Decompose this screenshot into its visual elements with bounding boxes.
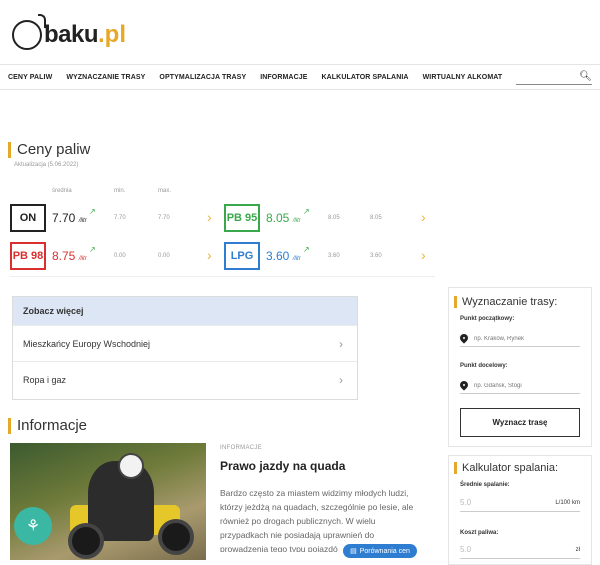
see-more-item-label: Mieszkańcy Europy Wschodniej: [23, 338, 151, 349]
end-field: [460, 378, 580, 394]
see-more-item[interactable]: Mieszkańcy Europy Wschodniej ›: [13, 325, 357, 361]
article-title[interactable]: Prawo jazdy na quada: [220, 459, 345, 473]
article-photo[interactable]: ⚘: [10, 443, 206, 560]
fuel-badge-pb95: PB 95: [224, 204, 260, 232]
chevron-right-icon: ›: [339, 372, 343, 387]
logo-name: baku: [44, 21, 99, 48]
nav-wirtualny-alkomat[interactable]: WIRTUALNY ALKOMAT: [423, 74, 503, 81]
avg-consumption-field[interactable]: 5.0 L/100 km: [460, 498, 580, 512]
info-section-title: Informacje: [8, 418, 87, 434]
end-label: Punkt docelowy:: [460, 363, 508, 369]
see-more-title: Zobacz więcej: [13, 297, 357, 325]
see-more-panel: Zobacz więcej Mieszkańcy Europy Wschodni…: [12, 296, 358, 400]
fuel-badge-lpg: LPG: [224, 242, 260, 270]
chevron-right-icon: ›: [339, 336, 343, 351]
header-max: max.: [158, 188, 172, 194]
header-avg: średnia: [52, 188, 72, 194]
nav-optymalizacja-trasy[interactable]: OPTYMALIZACJA TRASY: [159, 74, 246, 81]
compare-label: Porównania cen: [359, 547, 410, 555]
trend-up-icon: ↗: [303, 207, 310, 216]
trend-up-icon: ↗: [89, 207, 96, 216]
fuel-price-lpg: 3.60 /litr: [266, 249, 301, 263]
fuel-max-pb95: 8.05: [370, 215, 382, 221]
divider: [10, 276, 435, 277]
logo-mark-icon: [12, 14, 46, 50]
compare-prices-button[interactable]: ▤ Porównania cen: [343, 544, 417, 558]
fuel-max-pb98: 0.00: [158, 253, 170, 259]
fuel-price-pb95: 8.05 /litr: [266, 211, 301, 225]
nav-wyznaczanie-trasy[interactable]: WYZNACZANIE TRASY: [66, 74, 145, 81]
fuel-max-lpg: 3.60: [370, 253, 382, 259]
article-category: INFORMACJE: [220, 445, 262, 451]
end-input[interactable]: [474, 382, 574, 389]
fuel-badge-on: ON: [10, 204, 46, 232]
route-title: Wyznaczanie trasy:: [454, 296, 557, 308]
fuel-min-pb95: 8.05: [328, 215, 340, 221]
avg-consumption-label: Średnie spalanie:: [460, 482, 510, 488]
avg-consumption-unit: L/100 km: [555, 500, 580, 506]
search-icon[interactable]: 🔍︎: [579, 71, 592, 82]
see-more-item[interactable]: Ropa i gaz ›: [13, 361, 357, 397]
fuel-max-on: 7.70: [158, 215, 170, 221]
prices-title: Ceny paliw: [8, 142, 90, 158]
logo-tld: .pl: [98, 21, 127, 48]
main-nav: CENY PALIW WYZNACZANIE TRASY OPTYMALIZAC…: [0, 64, 600, 90]
fuel-cost-unit: zł: [575, 547, 580, 553]
nav-kalkulator-spalania[interactable]: KALKULATOR SPALANIA: [322, 74, 409, 81]
map-pin-icon: [460, 381, 468, 391]
wheel-shape: [158, 519, 194, 555]
trend-up-icon: ↗: [89, 245, 96, 254]
map-pin-icon: [460, 334, 468, 344]
chevron-right-icon[interactable]: ›: [421, 247, 426, 263]
fuel-min-pb98: 0.00: [114, 253, 126, 259]
helmet-shape: [118, 453, 144, 479]
header-min: min.: [114, 188, 126, 194]
site-logo[interactable]: baku .pl: [12, 14, 127, 52]
wheel-shape: [68, 523, 104, 559]
compare-icon: ▤: [350, 548, 357, 555]
calc-title: Kalkulator spalania:: [454, 462, 558, 474]
fuel-badge-pb98: PB 98: [10, 242, 46, 270]
find-route-button[interactable]: Wyznacz trasę: [460, 408, 580, 437]
chevron-right-icon[interactable]: ›: [421, 209, 426, 225]
fuel-cost-field[interactable]: 5.0 zł: [460, 545, 580, 559]
fuel-min-lpg: 3.60: [328, 253, 340, 259]
start-field: [460, 331, 580, 347]
avg-consumption-value: 5.0: [460, 498, 472, 507]
search-input[interactable]: [516, 76, 576, 89]
see-more-item-label: Ropa i gaz: [23, 374, 67, 385]
fuel-cost-value: 5.0: [460, 545, 472, 554]
start-input[interactable]: [474, 335, 574, 342]
trend-up-icon: ↗: [303, 245, 310, 254]
nav-informacje[interactable]: INFORMACJE: [260, 74, 307, 81]
article-excerpt: Bardzo często za miastem widzimy młodych…: [220, 488, 414, 552]
fuel-min-on: 7.70: [114, 215, 126, 221]
fuel-price-on: 7.70 /litr: [52, 211, 87, 225]
fuel-price-pb98: 8.75 /litr: [52, 249, 87, 263]
search-box: 🔍︎: [516, 71, 592, 89]
chevron-right-icon[interactable]: ›: [207, 247, 212, 263]
fuel-cost-label: Koszt paliwa:: [460, 530, 499, 536]
chevron-right-icon[interactable]: ›: [207, 209, 212, 225]
accessibility-icon[interactable]: ⚘: [14, 507, 52, 545]
nav-ceny-paliw[interactable]: CENY PALIW: [8, 74, 52, 81]
start-label: Punkt początkowy:: [460, 316, 515, 322]
prices-update-date: Aktualizacja (5.06.2022): [14, 162, 79, 168]
